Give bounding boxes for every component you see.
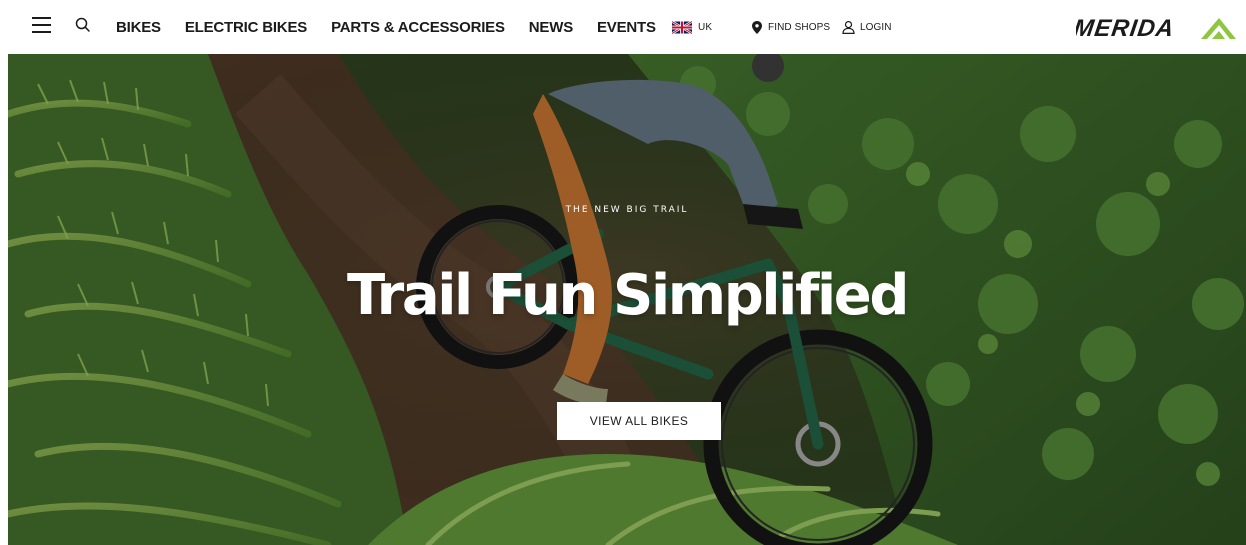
- search-icon[interactable]: [74, 16, 92, 34]
- uk-flag-icon: [672, 20, 692, 34]
- nav-electric-bikes[interactable]: ELECTRIC BIKES: [185, 19, 307, 36]
- nav-bikes[interactable]: BIKES: [116, 19, 161, 36]
- find-shops-label: FIND SHOPS: [768, 21, 831, 33]
- login-label: LOGIN: [860, 21, 892, 33]
- location-pin-icon: [752, 20, 762, 34]
- hamburger-menu-icon[interactable]: [32, 17, 51, 33]
- merida-mountain-logo: [1201, 18, 1236, 39]
- hero-title: Trail Fun Simplified: [346, 263, 909, 328]
- region-selector[interactable]: UK: [672, 0, 712, 54]
- logo-text: MERIDA: [1076, 15, 1176, 42]
- merida-logo[interactable]: MERIDA: [1076, 12, 1236, 42]
- hero-banner: THE NEW BIG TRAIL Trail Fun Simplified V…: [8, 54, 1246, 545]
- user-icon: [842, 20, 855, 34]
- main-nav: BIKES ELECTRIC BIKES PARTS & ACCESSORIES…: [116, 0, 656, 54]
- nav-parts-accessories[interactable]: PARTS & ACCESSORIES: [331, 19, 505, 36]
- find-shops-link[interactable]: FIND SHOPS: [752, 0, 830, 54]
- nav-events[interactable]: EVENTS: [597, 19, 656, 36]
- site-header: BIKES ELECTRIC BIKES PARTS & ACCESSORIES…: [0, 0, 1246, 54]
- view-all-bikes-button[interactable]: VIEW ALL BIKES: [557, 402, 721, 440]
- hero-eyebrow: THE NEW BIG TRAIL: [565, 205, 689, 215]
- nav-news[interactable]: NEWS: [529, 19, 573, 36]
- login-link[interactable]: LOGIN: [842, 0, 892, 54]
- region-label: UK: [698, 21, 713, 33]
